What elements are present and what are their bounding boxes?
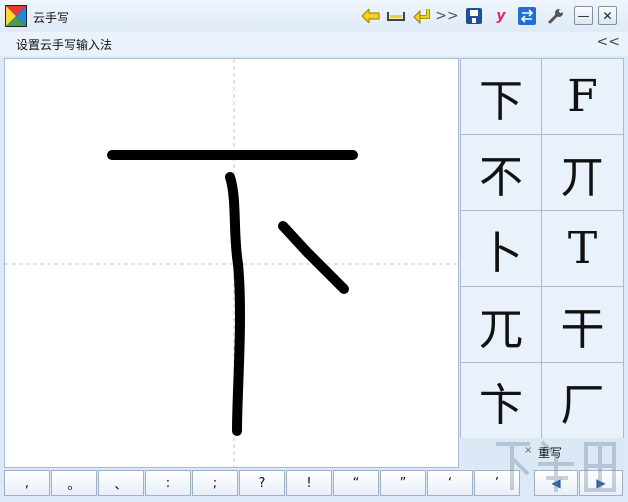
ink-stroke-dot: [278, 221, 349, 294]
candidate-item[interactable]: 不: [461, 135, 541, 210]
candidate-item[interactable]: T: [542, 211, 623, 286]
back-arrow-icon[interactable]: [361, 6, 381, 26]
ink-stroke-vertical: [225, 172, 245, 436]
punct-key[interactable]: 。: [51, 470, 97, 496]
enter-icon[interactable]: [412, 6, 432, 26]
candidate-item[interactable]: 卞: [461, 363, 541, 438]
save-icon[interactable]: [464, 6, 484, 26]
minimize-button[interactable]: —: [574, 6, 593, 25]
punct-key[interactable]: 、: [98, 470, 144, 496]
candidate-item[interactable]: 干: [542, 287, 623, 362]
youdao-icon[interactable]: y: [491, 6, 511, 26]
punct-key[interactable]: :: [145, 470, 191, 496]
candidate-item[interactable]: 丌: [542, 135, 623, 210]
punct-key[interactable]: ?: [239, 470, 285, 496]
punct-key[interactable]: “: [333, 470, 379, 496]
handwriting-canvas[interactable]: [4, 58, 459, 468]
watermark-logo: [496, 440, 616, 492]
close-button[interactable]: ✕: [598, 6, 617, 25]
app-title: 云手写: [33, 11, 70, 25]
candidate-item[interactable]: 卜: [461, 211, 541, 286]
app-logo-icon: [5, 5, 27, 27]
candidate-item[interactable]: 兀: [461, 287, 541, 362]
punct-key[interactable]: ,: [4, 470, 50, 496]
punct-key[interactable]: ”: [380, 470, 426, 496]
candidate-item[interactable]: 厂: [542, 363, 623, 438]
double-chevron-icon[interactable]: >>: [435, 6, 458, 26]
ink-strokes: [5, 59, 458, 467]
punct-key[interactable]: !: [286, 470, 332, 496]
setup-link[interactable]: 设置云手写输入法: [16, 36, 112, 53]
punct-key[interactable]: ‘: [427, 470, 473, 496]
title-bar: 云手写 >> y — ✕: [0, 0, 628, 32]
punct-key[interactable]: ;: [192, 470, 238, 496]
space-icon[interactable]: [386, 6, 406, 26]
collapse-button[interactable]: <<: [597, 34, 620, 50]
candidate-item[interactable]: F: [542, 59, 623, 134]
wrench-icon[interactable]: [546, 6, 566, 26]
candidate-panel: 下 F 不 丌 卜 T 兀 干 卞 厂: [460, 58, 624, 438]
menu-row: 设置云手写输入法 <<: [0, 32, 628, 56]
candidate-item[interactable]: 下: [461, 59, 541, 134]
switch-icon[interactable]: [517, 6, 537, 26]
